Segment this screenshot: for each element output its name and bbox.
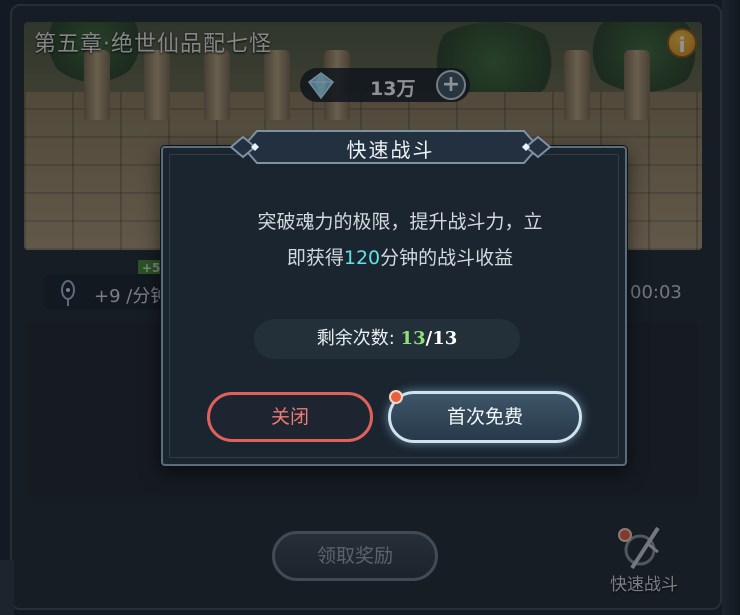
dialog-description: 突破魂力的极限，提升战斗力，立 即获得120分钟的战斗收益 <box>210 204 590 276</box>
dialog-title-bar: 快速战斗 <box>229 125 552 169</box>
remaining-label: 剩余次数: <box>316 328 395 349</box>
description-line-1: 突破魂力的极限，提升战斗力，立 <box>257 211 543 233</box>
remaining-total: 13 <box>432 328 458 349</box>
remaining-count: 剩余次数: 13/13 <box>254 319 520 359</box>
close-button[interactable]: 关闭 <box>207 392 373 442</box>
remaining-current: 13 <box>400 328 426 349</box>
description-text: 分钟的战斗收益 <box>380 247 514 269</box>
description-line-2: 即获得120分钟的战斗收益 <box>210 240 590 276</box>
notification-dot <box>389 390 403 404</box>
description-text: 即获得 <box>286 247 344 269</box>
dialog-title: 快速战斗 <box>346 138 435 162</box>
minutes-highlight: 120 <box>343 247 381 269</box>
first-free-button[interactable]: 首次免费 <box>388 391 582 443</box>
